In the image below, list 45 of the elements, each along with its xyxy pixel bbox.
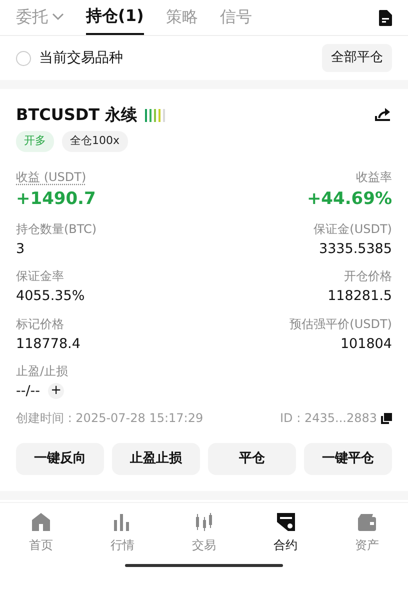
symbol-title: BTCUSDT 永续 <box>16 104 138 126</box>
metric-value: 118778.4 <box>16 334 82 354</box>
home-icon <box>30 511 52 533</box>
futures-icon <box>274 511 297 533</box>
action-button[interactable]: 止盈止损 <box>112 443 200 475</box>
nav-item[interactable]: 合约 <box>244 503 326 564</box>
metric-value: 101804 <box>339 334 392 354</box>
nav-item[interactable]: 交易 <box>163 503 245 564</box>
nav-item[interactable]: 首页 <box>0 503 82 564</box>
nav-item[interactable]: 资产 <box>326 503 408 564</box>
radio-button[interactable] <box>16 50 31 66</box>
copy-icon[interactable] <box>381 412 392 424</box>
metric-value: --/-- <box>16 382 40 401</box>
assets-icon <box>356 511 378 533</box>
metric-label: 标记价格 <box>16 316 65 332</box>
share-icon[interactable] <box>375 107 392 123</box>
document-icon[interactable] <box>379 10 392 26</box>
created-time: 创建时间 : 2025-07-28 15:17:29 <box>16 410 204 427</box>
action-button[interactable]: 平仓 <box>208 443 296 475</box>
position-id: ID : 2435...2883 <box>280 410 377 427</box>
metric-value: 3 <box>16 240 26 259</box>
action-button[interactable]: 一键平仓 <box>304 443 392 475</box>
signal-bars-icon <box>145 108 168 122</box>
metric-label: 持仓数量(BTC) <box>16 221 98 238</box>
action-button[interactable]: 一键反向 <box>16 443 104 475</box>
metric-label: 止盈/止损 <box>16 362 70 380</box>
tag: 全仓100x <box>62 131 128 152</box>
metric-label: 预估强平价(USDT) <box>288 316 392 332</box>
add-button[interactable]: + <box>48 382 64 399</box>
tab[interactable]: 持仓(1) <box>86 0 144 35</box>
metric-label: 收益 (USDT) <box>16 168 88 186</box>
nav-item[interactable]: 行情 <box>82 503 164 564</box>
chevron-icon <box>52 13 64 21</box>
metric-value: 118281.5 <box>326 287 392 306</box>
metric-value: +44.69% <box>306 188 392 210</box>
tag: 开多 <box>16 131 54 152</box>
metric-label: 保证金(USDT) <box>312 221 392 238</box>
metric-label: 收益率 <box>355 168 392 186</box>
metric-value: 3335.5385 <box>318 240 392 259</box>
close-all-button[interactable]: 全部平仓 <box>322 44 392 72</box>
metric-value: 4055.35% <box>16 287 86 306</box>
filter-label: 当前交易品种 <box>39 48 123 68</box>
metric-label: 保证金率 <box>16 268 65 286</box>
metric-value: +1490.7 <box>16 188 97 210</box>
metric-label: 开仓价格 <box>343 268 392 286</box>
